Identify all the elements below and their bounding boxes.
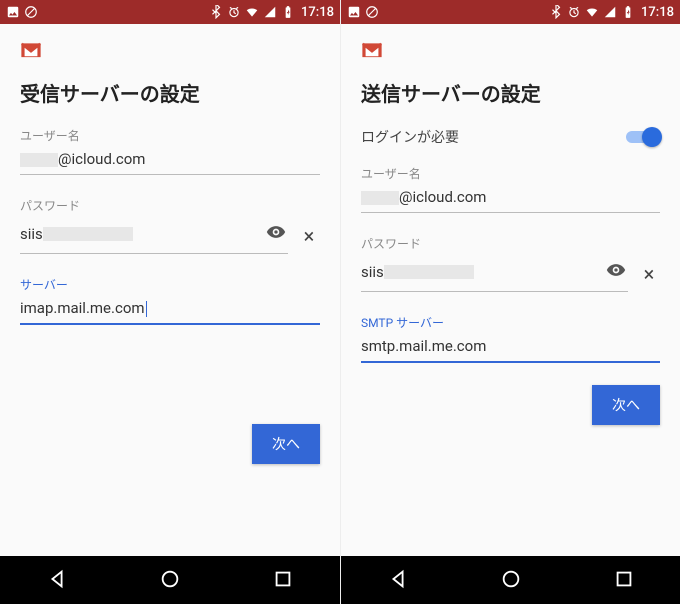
- login-required-toggle[interactable]: [626, 127, 660, 147]
- username-label: ユーザー名: [20, 127, 320, 144]
- smtp-server-value: smtp.mail.me.com: [361, 337, 486, 355]
- password-input[interactable]: siis: [361, 256, 628, 292]
- redacted-password: [43, 227, 133, 241]
- gmail-logo-icon: [361, 42, 383, 60]
- smtp-server-label: SMTP サーバー: [361, 314, 660, 331]
- username-value: @icloud.com: [399, 188, 486, 206]
- nav-back-icon[interactable]: [26, 560, 88, 601]
- gmail-logo-icon: [20, 42, 42, 60]
- username-field: ユーザー名 @icloud.com: [20, 127, 320, 175]
- server-field: サーバー imap.mail.me.com: [20, 276, 320, 325]
- wifi-icon: [585, 5, 599, 19]
- username-input[interactable]: @icloud.com: [361, 186, 660, 213]
- password-field: パスワード siis ×: [361, 235, 660, 292]
- outgoing-server-screen: 17:18 送信サーバーの設定 ログインが必要 ユーザー名 @icloud.co…: [340, 0, 680, 604]
- signal-icon: [263, 5, 277, 19]
- alarm-icon: [567, 5, 581, 19]
- username-input[interactable]: @icloud.com: [20, 148, 320, 175]
- navigation-bar: [0, 556, 340, 604]
- next-button[interactable]: 次へ: [592, 385, 660, 425]
- status-bar: 17:18: [0, 0, 340, 24]
- password-value: siis: [20, 225, 43, 243]
- nav-back-icon[interactable]: [367, 560, 429, 601]
- image-icon: [347, 5, 361, 19]
- password-field: パスワード siis ×: [20, 197, 320, 254]
- server-label: サーバー: [20, 276, 320, 293]
- status-time: 17:18: [301, 5, 334, 20]
- incoming-server-screen: 17:18 受信サーバーの設定 ユーザー名 @icloud.com パスワード …: [0, 0, 340, 604]
- battery-icon: [281, 5, 295, 19]
- clear-password-icon[interactable]: ×: [638, 262, 660, 286]
- redacted-password: [384, 265, 474, 279]
- navigation-bar: [341, 556, 680, 604]
- redacted-username: [361, 191, 399, 205]
- server-value: imap.mail.me.com: [20, 299, 145, 317]
- page-title: 送信サーバーの設定: [361, 78, 660, 107]
- smtp-server-field: SMTP サーバー smtp.mail.me.com: [361, 314, 660, 363]
- nav-home-icon[interactable]: [139, 560, 201, 601]
- redacted-username: [20, 153, 58, 167]
- password-value: siis: [361, 263, 384, 281]
- content-area: 送信サーバーの設定 ログインが必要 ユーザー名 @icloud.com パスワー…: [341, 24, 680, 556]
- visibility-toggle-icon[interactable]: [264, 220, 288, 247]
- server-input[interactable]: imap.mail.me.com: [20, 297, 320, 325]
- status-time: 17:18: [641, 5, 674, 20]
- bluetooth-icon: [209, 5, 223, 19]
- no-sim-icon: [24, 5, 38, 19]
- wifi-icon: [245, 5, 259, 19]
- password-label: パスワード: [20, 197, 320, 214]
- visibility-toggle-icon[interactable]: [604, 258, 628, 285]
- battery-icon: [621, 5, 635, 19]
- username-label: ユーザー名: [361, 165, 660, 182]
- password-label: パスワード: [361, 235, 660, 252]
- page-title: 受信サーバーの設定: [20, 78, 320, 107]
- nav-recent-icon[interactable]: [252, 560, 314, 601]
- nav-home-icon[interactable]: [480, 560, 542, 601]
- password-input[interactable]: siis: [20, 218, 288, 254]
- image-icon: [6, 5, 20, 19]
- bluetooth-icon: [549, 5, 563, 19]
- smtp-server-input[interactable]: smtp.mail.me.com: [361, 335, 660, 363]
- login-required-row: ログインが必要: [361, 127, 660, 147]
- nav-recent-icon[interactable]: [593, 560, 655, 601]
- no-sim-icon: [365, 5, 379, 19]
- content-area: 受信サーバーの設定 ユーザー名 @icloud.com パスワード siis ×: [0, 24, 340, 556]
- signal-icon: [603, 5, 617, 19]
- next-button[interactable]: 次へ: [252, 424, 320, 464]
- login-required-label: ログインが必要: [361, 127, 459, 147]
- status-bar: 17:18: [341, 0, 680, 24]
- username-value: @icloud.com: [58, 150, 145, 168]
- text-cursor: [146, 301, 147, 317]
- clear-password-icon[interactable]: ×: [298, 224, 320, 248]
- alarm-icon: [227, 5, 241, 19]
- username-field: ユーザー名 @icloud.com: [361, 165, 660, 213]
